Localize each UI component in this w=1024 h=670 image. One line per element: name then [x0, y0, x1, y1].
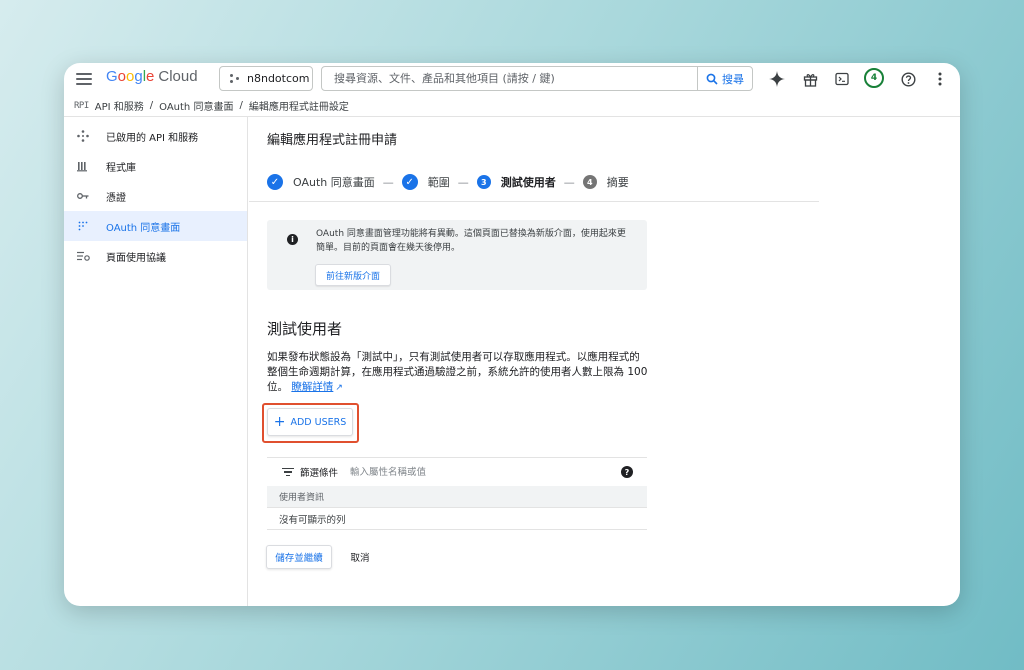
step-number-badge: 4 — [582, 175, 597, 189]
sidebar-item-page-usage-agreements[interactable]: 頁面使用協議 — [64, 241, 247, 271]
step-test-users: 測試使用者 — [500, 176, 556, 189]
table-empty-message: 沒有可顯示的列 — [267, 508, 647, 530]
info-icon: i — [287, 234, 298, 245]
sidebar: 已啟用的 API 和服務 程式庫 憑證 OAuth 同意畫面 頁面使用協議 — [64, 117, 248, 606]
library-icon — [76, 160, 90, 172]
step-separator: — — [457, 175, 469, 189]
more-vert-icon[interactable] — [930, 69, 950, 89]
project-selector[interactable]: n8ndotcom — [219, 66, 313, 91]
step-number-badge: 3 — [476, 175, 491, 189]
breadcrumb-separator: / — [149, 100, 154, 111]
search-button[interactable]: 搜尋 — [697, 67, 752, 90]
search-bar: 搜尋 — [321, 66, 753, 91]
learn-more-link[interactable]: 瞭解詳情 — [291, 381, 333, 393]
external-link-icon: ↗ — [335, 383, 343, 393]
filter-input[interactable] — [348, 465, 573, 479]
table-header[interactable]: 使用者資訊 — [267, 486, 647, 508]
cancel-button[interactable]: 取消 — [342, 545, 378, 569]
step-complete-check-icon: ✓ — [401, 174, 418, 190]
main-content: 編輯應用程式註冊申請 ✓ OAuth 同意畫面 — ✓ 範圍 — 3 測試使用者… — [249, 117, 960, 606]
api-logo-icon: RPI — [74, 100, 89, 111]
step-oauth-consent[interactable]: OAuth 同意畫面 — [293, 174, 375, 190]
step-separator: — — [563, 175, 575, 189]
browser-window: GoogleCloud n8ndotcom 搜尋 4 — [64, 63, 960, 606]
top-bar: GoogleCloud n8ndotcom 搜尋 4 — [64, 63, 960, 95]
notice-banner: i OAuth 同意畫面管理功能將有異動。這個頁面已替換為新版介面，使用起來更簡… — [267, 220, 647, 290]
breadcrumb-separator: / — [239, 100, 243, 111]
page-title: 編輯應用程式註冊申請 — [267, 133, 398, 148]
sidebar-item-enabled-apis[interactable]: 已啟用的 API 和服務 — [64, 121, 247, 151]
sidebar-item-label: OAuth 同意畫面 — [106, 222, 181, 234]
breadcrumb-item-api-services[interactable]: API 和服務 — [95, 98, 144, 113]
search-input[interactable] — [322, 67, 697, 90]
step-separator: — — [382, 175, 394, 189]
section-description: 如果發布狀態設為「測試中」，只有測試使用者可以存取應用程式。以應用程式的整個生命… — [267, 350, 649, 396]
search-button-label: 搜尋 — [722, 72, 744, 86]
stepper-divider — [249, 201, 819, 202]
search-icon — [706, 73, 718, 85]
step-scopes[interactable]: 範圍 — [428, 174, 450, 190]
sidebar-item-label: 頁面使用協議 — [106, 252, 166, 264]
breadcrumb: RPI API 和服務 / OAuth 同意畫面 / 編輯應用程式註冊設定 — [64, 95, 960, 117]
key-icon — [76, 192, 90, 200]
filter-label: 篩選條件 — [300, 468, 339, 479]
api-diamond-icon — [76, 130, 90, 142]
section-title: 測試使用者 — [267, 320, 343, 338]
settings-list-icon — [76, 251, 90, 261]
step-summary: 摘要 — [606, 176, 629, 189]
cloud-shell-icon[interactable] — [832, 69, 852, 89]
sidebar-item-label: 憑證 — [106, 192, 126, 204]
stepper: ✓ OAuth 同意畫面 — ✓ 範圍 — 3 測試使用者 — 4 摘要 — [267, 165, 817, 199]
sidebar-item-label: 已啟用的 API 和服務 — [106, 132, 199, 144]
add-users-label: ADD USERS — [290, 416, 347, 428]
help-icon[interactable] — [898, 69, 918, 89]
sidebar-item-library[interactable]: 程式庫 — [64, 151, 247, 181]
filter-icon — [281, 467, 295, 477]
gemini-sparkle-icon[interactable] — [767, 69, 787, 89]
consent-grid-icon — [76, 221, 90, 231]
sidebar-item-label: 程式庫 — [106, 162, 136, 174]
go-to-new-interface-button[interactable]: 前往新版介面 — [315, 264, 391, 286]
project-name: n8ndotcom — [247, 72, 310, 85]
notice-text: OAuth 同意畫面管理功能將有異動。這個頁面已替換為新版介面，使用起來更簡單。… — [316, 229, 626, 253]
menu-icon[interactable] — [76, 71, 92, 87]
breadcrumb-item-oauth-consent[interactable]: OAuth 同意畫面 — [159, 98, 233, 113]
project-icon — [230, 73, 240, 84]
sidebar-item-oauth-consent[interactable]: OAuth 同意畫面 — [64, 211, 247, 241]
breadcrumb-item-edit-registration: 編輯應用程式註冊設定 — [248, 102, 349, 113]
save-and-continue-button[interactable]: 儲存並繼續 — [266, 545, 332, 569]
add-users-button[interactable]: + ADD USERS — [267, 408, 353, 436]
google-cloud-logo[interactable]: Google Cloud — [106, 68, 198, 85]
filter-bar: 篩選條件 ? — [267, 457, 647, 487]
plus-icon: + — [273, 414, 286, 430]
gift-icon[interactable] — [800, 69, 820, 89]
notifications-badge[interactable]: 4 — [864, 68, 884, 88]
step-complete-check-icon: ✓ — [267, 174, 283, 190]
help-icon[interactable]: ? — [621, 466, 633, 478]
sidebar-item-credentials[interactable]: 憑證 — [64, 181, 247, 211]
